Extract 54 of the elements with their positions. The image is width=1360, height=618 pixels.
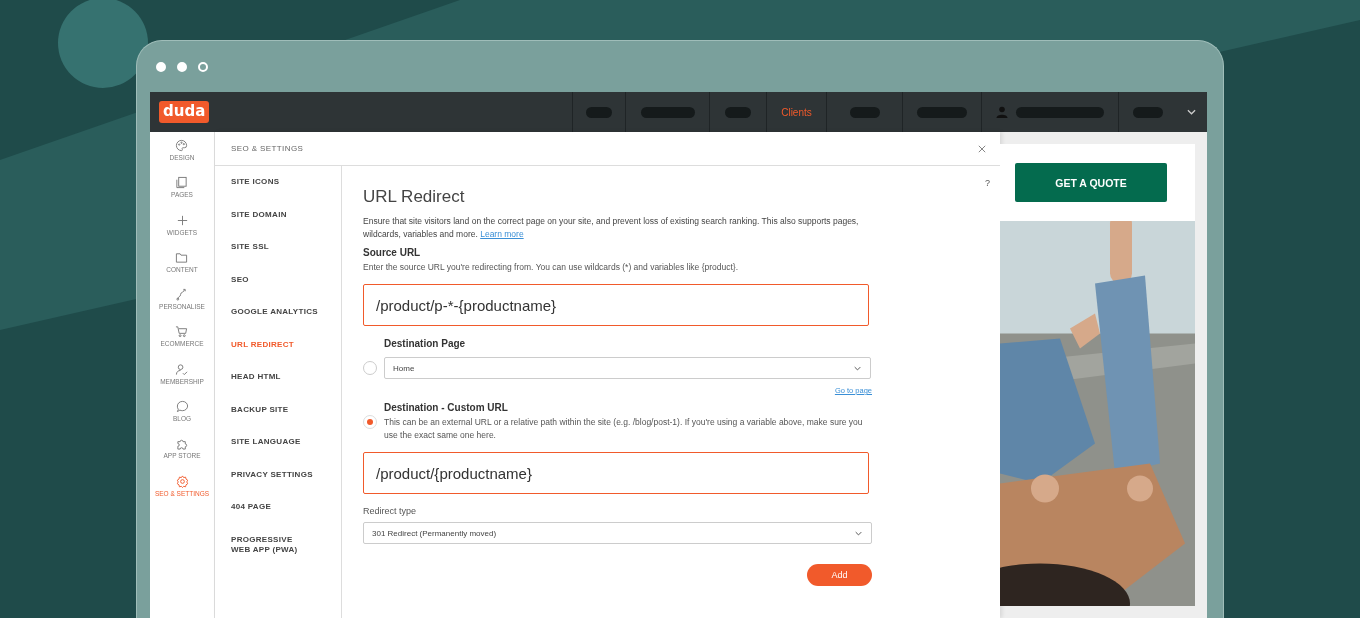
add-button[interactable]: Add (807, 564, 872, 586)
cart-icon (175, 325, 189, 339)
settings-menu-item[interactable]: GOOGLE ANALYTICS (215, 306, 341, 339)
redirect-type-select[interactable]: 301 Redirect (Permanently moved) (363, 522, 872, 544)
settings-menu-item[interactable]: SITE SSL (215, 241, 341, 274)
placeholder-pill (849, 106, 880, 118)
field-label: Redirect type (363, 506, 418, 516)
plus-icon (175, 213, 189, 227)
path-icon (175, 288, 189, 302)
field-hint: Enter the source URL you're redirecting from. You can use wildcards (*) and variables like {product}. (363, 261, 740, 274)
radio-button[interactable] (363, 415, 377, 429)
field-hint: This can be an external URL or a relative path within the site (e.g. /blog/post-1). If you're using a variable above, make sure you use the exact same one here. (384, 416, 864, 442)
field-label: Destination Page (384, 338, 467, 349)
settings-menu-item[interactable]: SITE LANGUAGE (215, 436, 341, 469)
settings-menu-item[interactable]: HEAD HTML (215, 371, 341, 404)
page-select[interactable]: Home (384, 357, 871, 379)
field-label: Destination - Custom URL (384, 402, 509, 413)
settings-icon (175, 474, 189, 488)
pages-icon (175, 176, 189, 190)
placeholder-pill (586, 106, 612, 118)
puzzle-icon (175, 437, 189, 451)
caret-icon (854, 365, 861, 371)
close-icon[interactable] (978, 144, 986, 153)
learn-more-link[interactable]: Learn more (480, 229, 524, 239)
placeholder-pill (725, 106, 751, 118)
page-heading: URL Redirect (363, 187, 465, 207)
settings-menu-item[interactable]: PROGRESSIVE WEB APP (PWA) (215, 533, 325, 566)
folder-icon (175, 250, 189, 264)
placeholder-pill (1132, 106, 1163, 118)
source-url-field[interactable]: /product/p-*-{productname} (363, 284, 869, 326)
help-icon[interactable]: ? (985, 178, 990, 188)
intro-text: Ensure that site visitors land on the correct page on your site, and prevent loss of existing search ranking. This also supports pages, wildcards, variables and more. Learn more (363, 215, 860, 241)
speech-bubble-icon (175, 400, 189, 414)
get-a-quote-button[interactable]: GET A QUOTE (1015, 163, 1167, 202)
field-label: Source URL (363, 247, 422, 258)
placeholder-pill (917, 106, 967, 118)
settings-menu-item[interactable]: URL REDIRECT (215, 338, 341, 371)
custom-url-field[interactable]: /product/{productname} (363, 452, 869, 494)
settings-menu-item[interactable]: 404 PAGE (215, 501, 341, 534)
settings-menu-item[interactable]: SEO (215, 273, 341, 306)
user-icon (996, 106, 1008, 118)
settings-menu-item[interactable]: SITE DOMAIN (215, 208, 341, 241)
chevron-down-icon[interactable] (1187, 109, 1196, 115)
settings-menu-item[interactable]: BACKUP SITE (215, 403, 341, 436)
panel-title: SEO & SETTINGS (231, 144, 304, 153)
logo[interactable]: duda (159, 101, 210, 123)
user-check-icon (175, 362, 189, 376)
radio-button[interactable] (363, 361, 377, 375)
placeholder-pill (640, 106, 695, 118)
settings-menu-item[interactable]: SITE ICONS (215, 176, 341, 209)
nav-label: Clients (781, 106, 812, 118)
caret-icon (855, 530, 862, 536)
palette-icon (175, 139, 189, 152)
settings-menu-item[interactable]: PRIVACY SETTINGS (215, 468, 341, 501)
